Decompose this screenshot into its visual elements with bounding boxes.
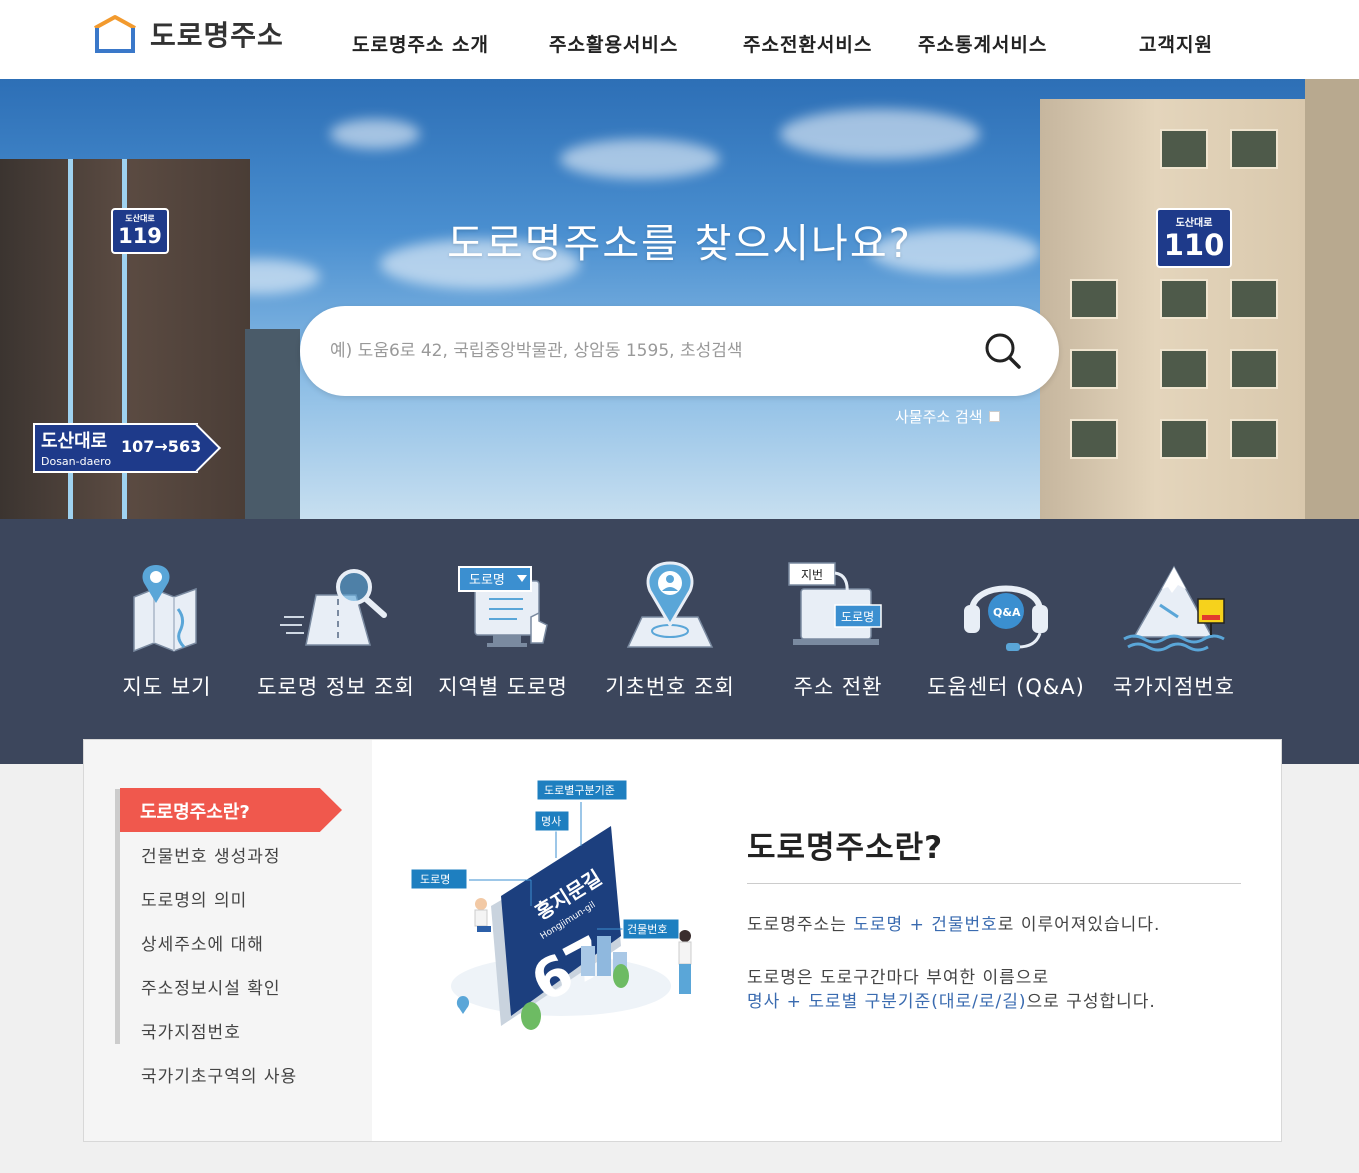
svg-text:도로명: 도로명 [841,610,874,624]
quick-label: 도로명 정보 조회 [257,675,415,699]
quick-label: 기초번호 조회 [605,675,735,699]
quick-national-point[interactable]: 국가지점번호 [1089,559,1259,709]
address-convert-icon: 지번 도로명 [788,562,882,645]
svg-text:건물번호: 건물번호 [627,923,667,936]
side-nav-item-facility-check[interactable]: 주소정보시설 확인 [141,974,281,999]
hero-banner: 도산대로 119 도산대로 110 도산대로 Dosan-daero 107→5… [0,79,1359,519]
headset-qa-icon: Q&A [964,585,1048,651]
nav-intro[interactable]: 도로명주소 소개 [352,30,489,57]
quick-map-view[interactable]: 지도 보기 [82,559,252,709]
thing-search-checkbox[interactable] [988,411,1000,422]
thing-search-label: 사물주소 검색 [895,408,983,426]
side-nav: 도로명주소란? 건물번호 생성과정 도로명의 의미 상세주소에 대해 주소정보시… [84,740,372,1141]
quick-label: 도움센터 (Q&A) [927,675,1085,699]
hero-title: 도로명주소를 찾으시나요? [447,221,912,267]
side-nav-active-item[interactable]: 도로명주소란? [120,788,342,832]
tag-building-number: 건물번호 [622,918,680,940]
quick-label: 지역별 도로명 [438,675,568,699]
quick-menu: 지도 보기 도로명 정보 조회 도로명 지역별 도로명 기초번호 조회 지번 도… [0,519,1359,764]
road-search-icon [280,569,387,646]
site-header: 도로명주소 도로명주소 소개 주소활용서비스 주소전환서비스 주소통계서비스 고… [0,0,1359,79]
tag-road-name: 도로명 [410,868,468,890]
cloud [780,109,980,159]
side-nav-track [115,789,120,1044]
road-name-sign: 도산대로 Dosan-daero 107→563 [33,423,222,473]
quick-base-number[interactable]: 기초번호 조회 [585,559,755,709]
side-nav-item-building-number[interactable]: 건물번호 생성과정 [141,842,281,867]
nav-stats-service[interactable]: 주소통계서비스 [918,30,1047,57]
svg-text:명사: 명사 [541,815,561,828]
search-button[interactable] [982,330,1024,372]
map-icon [133,565,197,653]
search-box [300,306,1059,396]
side-nav-item-national-point[interactable]: 국가지점번호 [141,1018,241,1043]
cloud [560,139,720,179]
side-nav-item-road-meaning[interactable]: 도로명의 의미 [141,886,247,911]
svg-text:도로별구분기준: 도로별구분기준 [544,784,615,797]
quick-region-road[interactable]: 도로명 지역별 도로명 [418,559,588,709]
svg-text:지번: 지번 [801,568,823,582]
search-input[interactable] [330,334,970,368]
highlight-text: 도로명 + 건물번호 [853,915,998,935]
svg-text:Q&A: Q&A [993,606,1021,619]
quick-label: 주소 전환 [793,675,883,699]
content-paragraph-2: 도로명은 도로구간마다 부여한 이름으로 명사 + 도로별 구분기준(대로/로/… [747,968,1156,1012]
svg-text:도로명: 도로명 [420,873,450,886]
building-right-edge [1305,79,1359,519]
building-left-back [245,329,300,519]
nav-convert-service[interactable]: 주소전환서비스 [743,30,872,57]
content-divider [747,883,1241,884]
side-nav-item-base-zone[interactable]: 국가기초구역의 사용 [141,1062,297,1087]
road-address-illustration: 홍지문길 Hongjimun-gil 67 도로별구분기준 명사 도로명 건물번… [410,776,711,1046]
nav-usage-service[interactable]: 주소활용서비스 [549,30,678,57]
quick-label: 지도 보기 [122,675,212,699]
highlight-text: 명사 + 도로별 구분기준(대로/로/길) [747,992,1027,1012]
tag-noun: 명사 [534,810,570,832]
quick-road-info[interactable]: 도로명 정보 조회 [251,559,421,709]
content-title: 도로명주소란? [747,830,944,866]
search-icon [985,333,1021,369]
content-paragraph-1: 도로명주소는 도로명 + 건물번호로 이루어져있습니다. [747,915,1161,935]
tag-road-criteria: 도로별구분기준 [536,779,628,801]
mountain-marker-icon [1123,565,1225,652]
side-nav-item-detail-address[interactable]: 상세주소에 대해 [141,930,264,955]
location-pin-icon [626,561,714,648]
thing-address-search[interactable]: 사물주소 검색 [895,406,1000,427]
content-panel: 도로명주소란? 건물번호 생성과정 도로명의 의미 상세주소에 대해 주소정보시… [83,739,1282,1142]
main-nav: 도로명주소 소개 주소활용서비스 주소전환서비스 주소통계서비스 고객지원 [0,30,1359,60]
building-right [1040,99,1330,519]
nav-support[interactable]: 고객지원 [1139,30,1213,57]
region-road-icon: 도로명 [458,566,548,647]
quick-address-convert[interactable]: 지번 도로명 주소 전환 [753,559,923,709]
quick-help-center[interactable]: Q&A 도움센터 (Q&A) [921,559,1091,709]
svg-text:도로명: 도로명 [469,573,505,588]
side-nav-active-label: 도로명주소란? [140,802,250,823]
cloud [330,119,420,149]
quick-label: 국가지점번호 [1113,675,1235,699]
